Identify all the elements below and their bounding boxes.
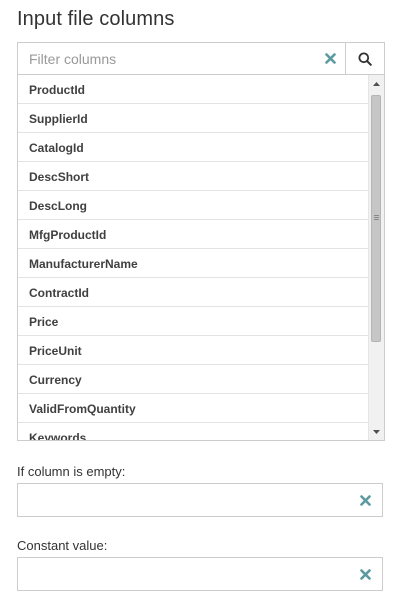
search-button[interactable] xyxy=(345,43,384,74)
column-list-item[interactable]: DescShort xyxy=(18,162,368,191)
column-list-item[interactable]: Price xyxy=(18,307,368,336)
column-list-item[interactable]: SupplierId xyxy=(18,104,368,133)
column-list-item[interactable]: ValidFromQuantity xyxy=(18,394,368,423)
columns-listbox[interactable]: ProductId SupplierId CatalogId DescShort Des… xyxy=(17,75,385,441)
constant-value-label: Constant value: xyxy=(17,538,108,553)
caret-up-icon xyxy=(373,81,380,86)
constant-value-input[interactable] xyxy=(18,558,348,590)
scroll-thumb[interactable] xyxy=(371,95,381,342)
close-icon xyxy=(359,568,371,580)
panel-title: Input file columns xyxy=(17,8,175,30)
empty-column-clear-button[interactable] xyxy=(348,484,382,516)
filter-columns-group xyxy=(17,42,385,75)
scroll-up-button[interactable] xyxy=(369,75,384,92)
search-icon xyxy=(358,52,372,66)
listbox-scrollbar[interactable] xyxy=(368,75,384,440)
column-list-item[interactable]: Currency xyxy=(18,365,368,394)
column-list-item[interactable]: ManufacturerName xyxy=(18,249,368,278)
close-icon xyxy=(359,494,371,506)
columns-list: ProductId SupplierId CatalogId DescShort Des… xyxy=(18,75,368,440)
caret-down-icon xyxy=(373,429,380,434)
close-icon xyxy=(324,53,336,64)
column-list-item[interactable]: DescLong xyxy=(18,191,368,220)
column-list-item[interactable]: CatalogId xyxy=(18,133,368,162)
column-list-item[interactable]: PriceUnit xyxy=(18,336,368,365)
constant-value-field xyxy=(17,557,383,591)
scroll-down-button[interactable] xyxy=(369,423,384,440)
filter-columns-input[interactable] xyxy=(18,43,315,74)
grip-icon xyxy=(374,215,379,221)
column-list-item[interactable]: Keywords xyxy=(18,423,368,440)
empty-column-input[interactable] xyxy=(18,484,348,516)
column-list-item[interactable]: MfgProductId xyxy=(18,220,368,249)
filter-clear-button[interactable] xyxy=(315,43,345,74)
column-list-item[interactable]: ContractId xyxy=(18,278,368,307)
constant-value-clear-button[interactable] xyxy=(348,558,382,590)
empty-column-label: If column is empty: xyxy=(17,464,126,479)
empty-column-field xyxy=(17,483,383,517)
column-list-item[interactable]: ProductId xyxy=(18,75,368,104)
